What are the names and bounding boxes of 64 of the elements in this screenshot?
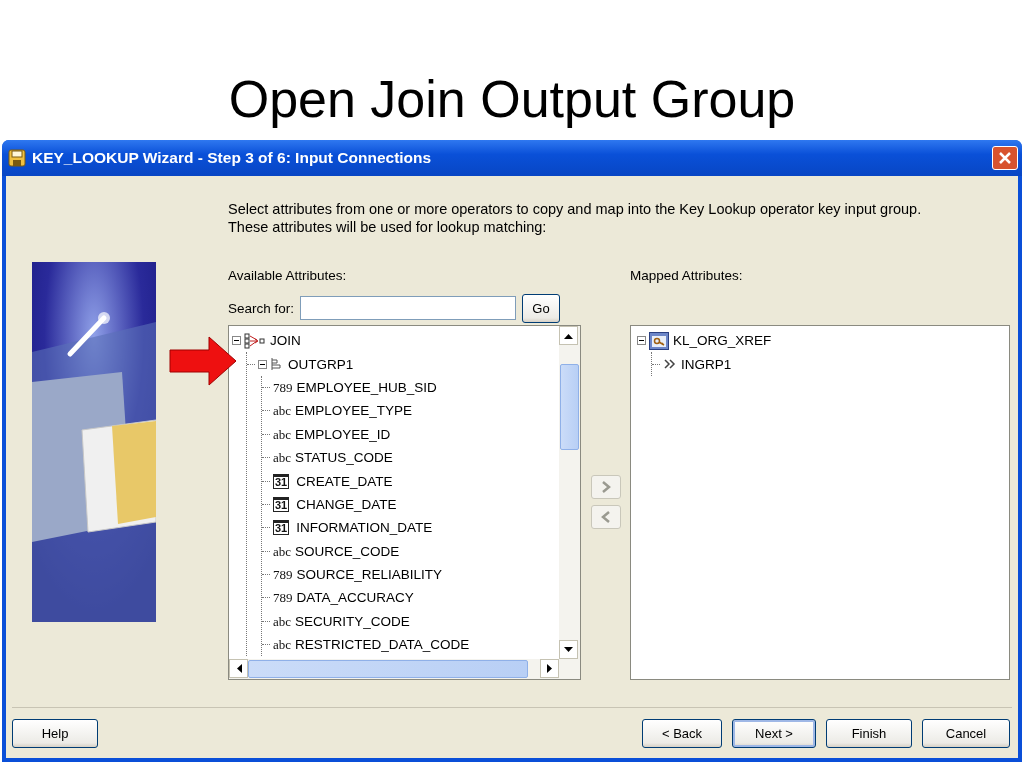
text-type-icon: abc bbox=[273, 638, 292, 652]
tree-item[interactable]: SECURITY_CODE bbox=[294, 612, 411, 630]
close-button[interactable] bbox=[992, 146, 1018, 170]
scrollbar-corner bbox=[559, 659, 580, 679]
calendar-icon: 31 bbox=[273, 520, 290, 536]
window-title: KEY_LOOKUP Wizard - Step 3 of 6: Input Connections bbox=[32, 149, 433, 167]
text-type-icon: abc bbox=[273, 544, 292, 558]
search-label: Search for: bbox=[228, 300, 295, 316]
help-button[interactable]: Help bbox=[12, 718, 98, 748]
tree-item[interactable]: EMPLOYEE_HUB_SID bbox=[295, 378, 438, 396]
number-type-icon: 789 bbox=[273, 568, 293, 582]
cancel-button[interactable]: Cancel bbox=[922, 718, 1010, 748]
close-icon bbox=[998, 151, 1012, 165]
vertical-scrollbar[interactable] bbox=[559, 326, 580, 659]
add-button[interactable] bbox=[590, 475, 621, 499]
mapped-attributes-label: Mapped Attributes: bbox=[630, 268, 744, 285]
double-chevron-icon bbox=[663, 358, 677, 371]
scrollbar-thumb[interactable] bbox=[560, 364, 579, 450]
number-type-icon: 789 bbox=[273, 380, 293, 394]
text-type-icon: abc bbox=[273, 427, 292, 441]
go-button[interactable]: Go bbox=[522, 293, 561, 323]
pointer-arrow-icon bbox=[169, 336, 237, 386]
number-type-icon: 789 bbox=[273, 591, 293, 605]
chevron-right-icon bbox=[600, 481, 611, 493]
text-type-icon: abc bbox=[273, 451, 292, 465]
back-button[interactable]: < Back bbox=[642, 718, 722, 748]
scroll-up-icon[interactable] bbox=[564, 332, 573, 339]
tree-item[interactable]: EMPLOYEE_TYPE bbox=[294, 402, 414, 420]
horizontal-scrollbar[interactable] bbox=[229, 659, 559, 679]
scroll-left-icon[interactable] bbox=[235, 664, 242, 673]
instruction-text: Select attributes from one or more operators to copy and map into the Key Lookup operator key input group. These attributes will be used for lookup matching: bbox=[228, 200, 923, 236]
tree-item[interactable]: STATUS_CODE bbox=[294, 449, 394, 467]
scroll-right-icon[interactable] bbox=[546, 664, 553, 673]
text-type-icon: abc bbox=[273, 404, 292, 418]
available-attributes-label: Available Attributes: bbox=[228, 268, 348, 285]
search-field[interactable] bbox=[300, 296, 517, 320]
tree-item[interactable]: INGRP1 bbox=[680, 355, 733, 373]
tree-item[interactable]: KL_ORG_XREF bbox=[672, 332, 773, 350]
remove-button[interactable] bbox=[590, 505, 621, 529]
tree-item[interactable]: JOIN bbox=[269, 332, 302, 350]
calendar-icon: 31 bbox=[273, 473, 290, 489]
slide-title: Open Join Output Group bbox=[228, 69, 796, 129]
tree-item[interactable]: SOURCE_RELIABILITY bbox=[295, 566, 444, 584]
next-button[interactable]: Next > bbox=[732, 718, 816, 748]
finish-button[interactable]: Finish bbox=[826, 718, 912, 748]
join-operator-icon bbox=[244, 332, 266, 349]
tree-item[interactable]: INFORMATION_DATE bbox=[295, 519, 434, 537]
chevron-left-icon bbox=[600, 511, 611, 523]
tree-item[interactable]: CHANGE_DATE bbox=[295, 495, 398, 513]
tree-item[interactable]: CREATE_DATE bbox=[295, 472, 394, 490]
tree-item[interactable]: RESTRICTED_DATA_CODE bbox=[294, 636, 471, 654]
table-key-icon bbox=[649, 331, 669, 350]
tree-item[interactable]: SOURCE_CODE bbox=[294, 542, 401, 560]
tree-item[interactable]: EMPLOYEE_ID bbox=[294, 425, 392, 443]
tree-item[interactable]: OUTGRP1 bbox=[287, 355, 355, 373]
collapse-icon[interactable] bbox=[637, 336, 646, 346]
scrollbar-thumb[interactable] bbox=[248, 660, 528, 678]
scroll-down-icon[interactable] bbox=[564, 646, 573, 653]
text-type-icon: abc bbox=[273, 614, 292, 628]
output-group-icon bbox=[270, 357, 284, 372]
calendar-icon: 31 bbox=[273, 496, 290, 512]
collapse-icon[interactable] bbox=[258, 359, 267, 369]
tree-item[interactable]: DATA_ACCURACY bbox=[295, 589, 415, 607]
collapse-icon[interactable] bbox=[232, 336, 241, 346]
